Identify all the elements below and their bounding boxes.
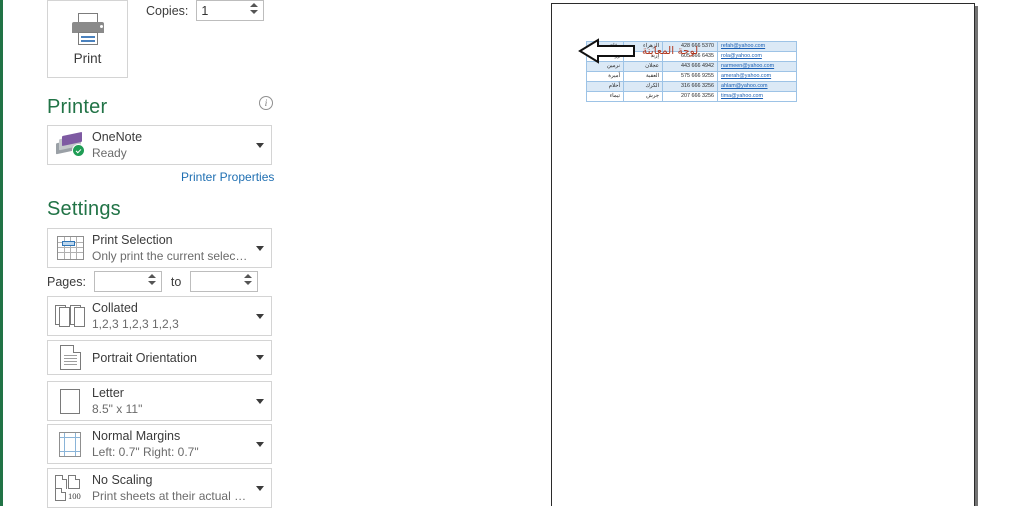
margins-select[interactable]: Normal Margins Left: 0.7" Right: 0.7" xyxy=(47,424,272,464)
pages-to-stepper[interactable] xyxy=(190,271,259,292)
pages-label: Pages: xyxy=(47,274,86,289)
pages-range-row: Pages: to xyxy=(47,271,259,292)
orientation-select[interactable]: Portrait Orientation xyxy=(47,340,272,375)
chevron-down-icon[interactable] xyxy=(249,485,271,491)
print-button[interactable]: Print xyxy=(47,0,128,78)
paper-size-subtitle: 8.5" x 11" xyxy=(92,402,143,416)
scaling-select[interactable]: 100 No Scaling Print sheets at their act… xyxy=(47,468,272,508)
print-what-subtitle: Only print the current selecti... xyxy=(92,249,249,263)
spinner-down-icon[interactable] xyxy=(250,10,259,14)
cell-phone: 316 666 3256 xyxy=(662,81,718,92)
spinner-down-icon[interactable] xyxy=(147,281,156,285)
print-button-label: Print xyxy=(73,50,102,66)
table-row: أحلام الكرك 316 666 3256 ahlam@yahoo.com xyxy=(586,81,797,92)
cell-surname: جرش xyxy=(623,91,663,102)
cell-name: تيماء xyxy=(586,91,624,102)
copies-row: Copies: xyxy=(146,0,265,21)
printer-icon xyxy=(70,12,106,47)
cell-name: أميرة xyxy=(586,71,624,82)
table-row: تيماء جرش 207 666 3256 tima@yahoo.com xyxy=(586,91,797,102)
spinner-up-icon[interactable] xyxy=(244,274,253,278)
collation-subtitle: 1,2,3 1,2,3 1,2,3 xyxy=(92,317,179,331)
chevron-down-icon[interactable] xyxy=(249,245,271,251)
print-what-title: Print Selection xyxy=(92,233,173,247)
copies-label: Copies: xyxy=(146,3,189,18)
printer-section-heading: Printer xyxy=(47,96,108,118)
scaling-subtitle: Print sheets at their actual size xyxy=(92,489,249,503)
preview-annotation-text: لوحة المعاينة xyxy=(642,45,699,57)
chevron-down-icon[interactable] xyxy=(249,441,271,447)
pages-from-stepper[interactable] xyxy=(93,271,162,292)
printer-status: Ready xyxy=(92,146,127,160)
margins-icon xyxy=(48,431,92,457)
printer-name: OneNote xyxy=(92,130,143,144)
margins-title: Normal Margins xyxy=(92,429,181,443)
cell-phone: 575 666 9255 xyxy=(662,71,718,82)
orientation-title: Portrait Orientation xyxy=(92,350,197,365)
scaling-badge: 100 xyxy=(68,491,81,501)
collate-icon xyxy=(48,304,92,328)
chevron-down-icon[interactable] xyxy=(249,355,271,360)
spinner-down-icon[interactable] xyxy=(244,281,253,285)
copies-stepper[interactable] xyxy=(196,0,265,21)
paper-size-select[interactable]: Letter 8.5" x 11" xyxy=(47,381,272,421)
copies-input[interactable] xyxy=(197,1,248,20)
print-preview-pane[interactable]: رفاحالزهراء428 666 5370refah@yahoo.comرو… xyxy=(313,0,1024,506)
printer-select[interactable]: OneNote Ready xyxy=(47,125,272,165)
paper-size-title: Letter xyxy=(92,386,124,400)
pages-from-spin-arrows[interactable] xyxy=(147,274,156,285)
collation-title: Collated xyxy=(92,301,138,315)
scaling-title: No Scaling xyxy=(92,473,153,487)
cell-phone: 207 666 3256 xyxy=(662,91,718,102)
cell-surname: الكرك xyxy=(623,81,663,92)
margins-subtitle: Left: 0.7" Right: 0.7" xyxy=(92,445,199,459)
chevron-down-icon[interactable] xyxy=(249,313,271,319)
print-backstage: Print Copies: Printer i xyxy=(0,0,1024,508)
spinner-up-icon[interactable] xyxy=(147,274,156,278)
print-area-grid-icon xyxy=(48,236,92,260)
cell-email[interactable]: refah@yahoo.com xyxy=(717,41,797,52)
info-icon[interactable]: i xyxy=(259,96,273,110)
collation-select[interactable]: Collated 1,2,3 1,2,3 1,2,3 xyxy=(47,296,272,336)
cell-email[interactable]: narmeen@yahoo.com xyxy=(717,61,797,72)
left-arrow-icon xyxy=(578,38,635,64)
print-what-select[interactable]: Print Selection Only print the current s… xyxy=(47,228,272,268)
preview-annotation: لوحة المعاينة xyxy=(578,38,698,64)
copies-spin-arrows[interactable] xyxy=(250,3,259,14)
pages-to-label: to xyxy=(170,274,182,289)
cell-email[interactable]: ahlam@yahoo.com xyxy=(717,81,797,92)
chevron-down-icon[interactable] xyxy=(249,142,271,148)
pages-to-spin-arrows[interactable] xyxy=(244,274,253,285)
print-settings-panel: Print Copies: Printer i xyxy=(3,0,317,508)
cell-email[interactable]: tima@yahoo.com xyxy=(717,91,797,102)
preview-page-sheet: رفاحالزهراء428 666 5370refah@yahoo.comرو… xyxy=(551,3,975,506)
printer-properties-link[interactable]: Printer Properties xyxy=(181,170,274,184)
cell-email[interactable]: amerah@yahoo.com xyxy=(717,71,797,82)
spinner-up-icon[interactable] xyxy=(250,3,259,7)
scaling-icon: 100 xyxy=(48,475,92,501)
chevron-down-icon[interactable] xyxy=(249,398,271,404)
pages-to-input[interactable] xyxy=(191,272,242,291)
onenote-printer-icon xyxy=(48,131,92,157)
settings-section-heading: Settings xyxy=(47,198,121,220)
paper-size-icon xyxy=(48,388,92,414)
cell-surname: العقبة xyxy=(623,71,663,82)
pages-from-input[interactable] xyxy=(94,272,145,291)
print-button-block: Print xyxy=(47,0,128,78)
cell-email[interactable]: rola@yahoo.com xyxy=(717,51,797,62)
portrait-document-icon xyxy=(48,345,92,370)
table-row: أميرة العقبة 575 666 9255 amerah@yahoo.com xyxy=(586,71,797,82)
cell-name: أحلام xyxy=(586,81,624,92)
